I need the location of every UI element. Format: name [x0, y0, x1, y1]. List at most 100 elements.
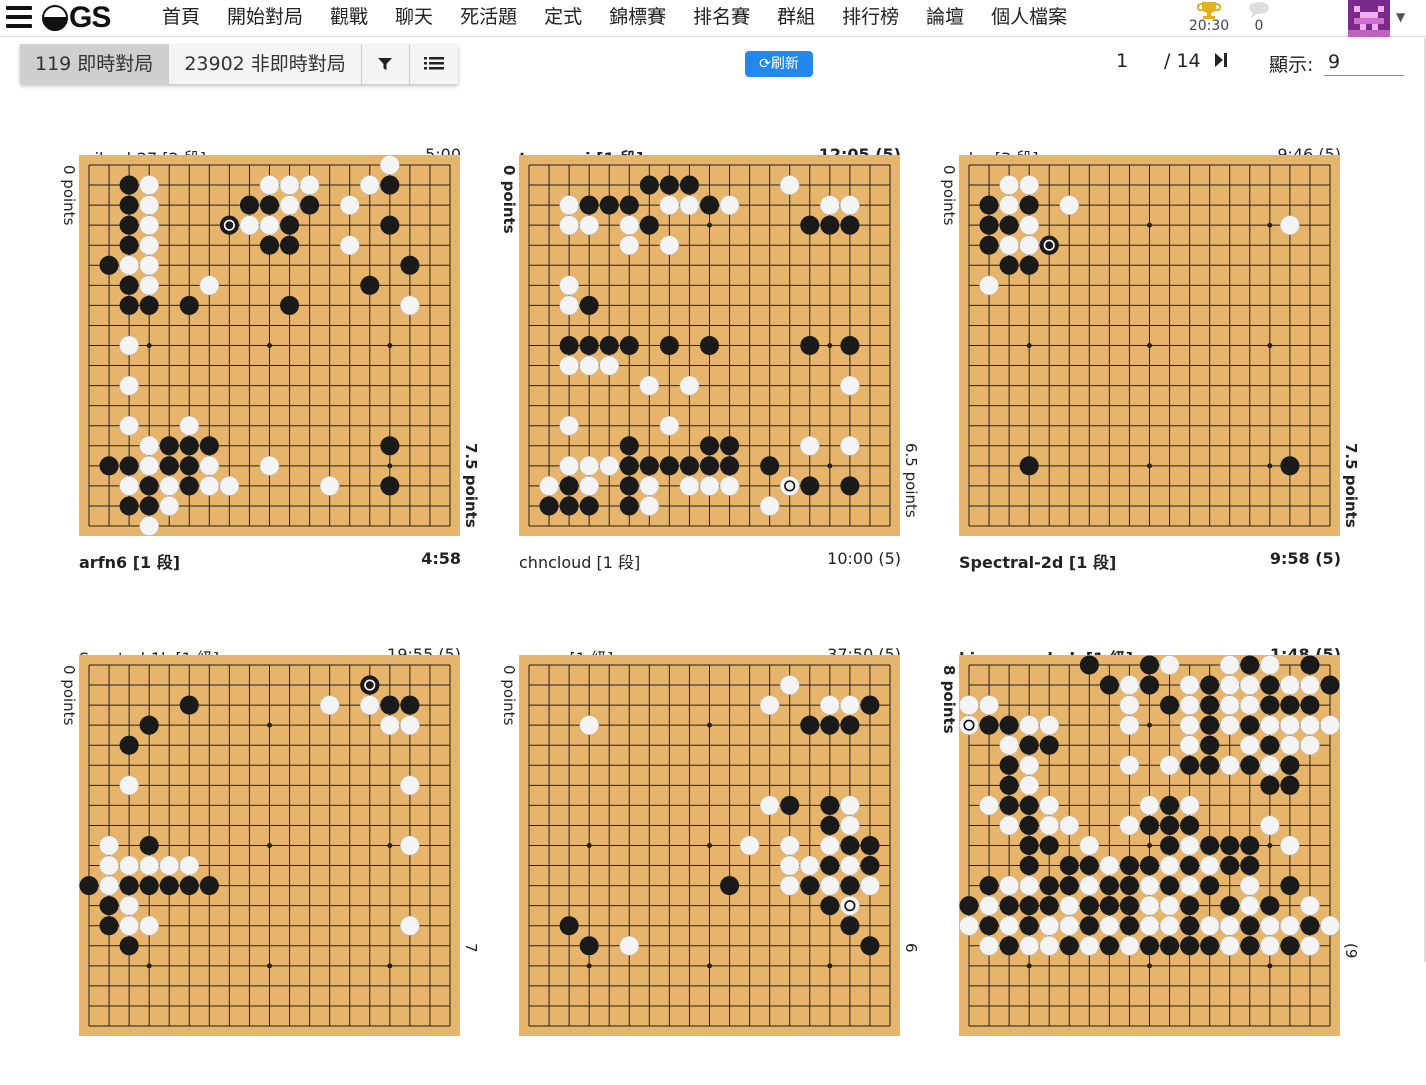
white-stone — [1139, 795, 1160, 816]
nav-ladders[interactable]: 排名賽 — [693, 4, 750, 30]
black-stone — [380, 175, 400, 195]
refresh-button[interactable]: ⟳刷新 — [745, 51, 813, 77]
black-stone — [1160, 795, 1180, 815]
game-card[interactable]: Spectral-1k [1 級]19:55 (5)0 points7 — [60, 645, 480, 1085]
white-stone — [119, 775, 139, 796]
white-stone — [159, 476, 179, 496]
white-stone — [1260, 915, 1280, 936]
black-stone — [1180, 815, 1200, 835]
black-stone — [79, 876, 99, 896]
filter-button[interactable] — [361, 44, 410, 84]
star-point — [1267, 963, 1273, 969]
white-stone — [800, 855, 820, 876]
white-stone — [559, 195, 579, 215]
black-player-name[interactable]: Spectral-2d [1 段] — [959, 549, 1116, 573]
ogs-logo[interactable]: GS — [42, 1, 111, 34]
white-stone — [400, 295, 420, 316]
go-board[interactable] — [959, 155, 1340, 536]
white-stone — [1139, 915, 1160, 936]
white-stone — [1219, 675, 1240, 695]
go-board[interactable] — [519, 655, 900, 1036]
star-point — [387, 463, 393, 469]
nav-watch[interactable]: 觀戰 — [330, 4, 368, 30]
go-board[interactable] — [79, 155, 460, 536]
game-card[interactable]: kim.song.hak [1 級]1:48 (5)8 points(9 — [940, 645, 1360, 1085]
go-board[interactable] — [519, 155, 900, 536]
black-stone — [800, 215, 820, 235]
white-stone — [979, 795, 999, 816]
tournament-clock[interactable]: 20:30 — [1188, 0, 1230, 34]
show-count-input[interactable] — [1324, 48, 1404, 76]
nav-joseki[interactable]: 定式 — [544, 4, 582, 30]
game-card[interactable]: alor [3 段]9:46 (5)Spectral-2d [1 段]9:58 … — [940, 145, 1360, 585]
star-point — [1147, 722, 1152, 728]
nav-puzzles[interactable]: 死活題 — [460, 4, 517, 30]
black-stone — [1240, 655, 1260, 675]
white-stone — [559, 355, 579, 376]
logo-text: GS — [69, 1, 111, 34]
go-board[interactable] — [79, 655, 460, 1036]
go-board[interactable] — [959, 655, 1340, 1036]
white-stone — [999, 915, 1019, 936]
white-stone — [1179, 795, 1200, 816]
black-stone — [760, 456, 780, 476]
black-stone — [380, 695, 400, 715]
white-stone — [1219, 755, 1240, 776]
black-stone — [1260, 675, 1280, 695]
white-stone — [619, 936, 640, 956]
game-card[interactable]: mikach27 [2 段]5:00arfn6 [1 段]4:580 point… — [60, 145, 480, 585]
white-stone — [1300, 675, 1320, 695]
black-player-name[interactable]: arfn6 [1 段] — [79, 549, 180, 573]
white-stone — [139, 436, 159, 456]
white-stone — [559, 295, 579, 316]
black-stone — [639, 175, 659, 195]
user-avatar[interactable] — [1348, 0, 1390, 37]
star-point — [1147, 222, 1152, 228]
white-stone — [139, 255, 159, 276]
game-card[interactable]: mpny [1 級]37:50 (5)0 points6 — [500, 645, 920, 1085]
black-player-name[interactable]: chncloud [1 段] — [519, 549, 640, 573]
white-stone — [820, 875, 840, 896]
black-stone — [559, 335, 579, 356]
nav-groups[interactable]: 群組 — [777, 4, 815, 30]
white-stone — [779, 835, 800, 856]
black-stone — [999, 755, 1019, 775]
last-page-icon[interactable] — [1214, 51, 1228, 73]
black-stone — [539, 496, 559, 516]
chevron-down-icon[interactable]: ▼ — [1396, 10, 1405, 24]
page-total: / 14 — [1164, 50, 1201, 72]
hamburger-menu-icon[interactable] — [6, 6, 32, 28]
black-stone — [1200, 755, 1220, 775]
tab-live-games[interactable]: 119 即時對局 — [20, 44, 170, 84]
white-stone — [1079, 936, 1100, 956]
star-point — [586, 843, 592, 848]
nav-forums[interactable]: 論壇 — [926, 4, 964, 30]
black-stone — [99, 896, 119, 916]
nav-play[interactable]: 開始對局 — [227, 4, 303, 30]
nav-leaderboard[interactable]: 排行榜 — [842, 4, 899, 30]
black-stone — [619, 436, 639, 456]
page-current[interactable]: 1 — [1116, 50, 1128, 72]
chat-notifications[interactable]: 0 — [1246, 0, 1272, 34]
black-stone — [1320, 675, 1340, 695]
white-stone — [659, 235, 680, 255]
white-stone — [400, 775, 420, 796]
white-stone — [1159, 755, 1180, 776]
white-stone — [820, 195, 840, 215]
star-point — [1267, 343, 1273, 348]
nav-profile[interactable]: 個人檔案 — [991, 4, 1067, 30]
black-stone — [1059, 856, 1079, 876]
white-stone — [999, 175, 1019, 195]
black-player-row — [79, 1049, 461, 1069]
game-card[interactable]: true_sai [1 段]12:05 (5)chncloud [1 段]10:… — [500, 145, 920, 585]
nav-chat[interactable]: 聊天 — [395, 4, 433, 30]
black-stone — [1119, 876, 1139, 896]
white-stone — [619, 215, 640, 235]
white-stone — [659, 415, 680, 436]
list-view-button[interactable] — [409, 44, 458, 84]
nav-home[interactable]: 首頁 — [162, 4, 200, 30]
white-stone — [840, 375, 860, 396]
nav-tournaments[interactable]: 錦標賽 — [609, 4, 666, 30]
white-stone — [1059, 895, 1080, 916]
tab-correspondence-games[interactable]: 23902 非即時對局 — [169, 44, 362, 84]
